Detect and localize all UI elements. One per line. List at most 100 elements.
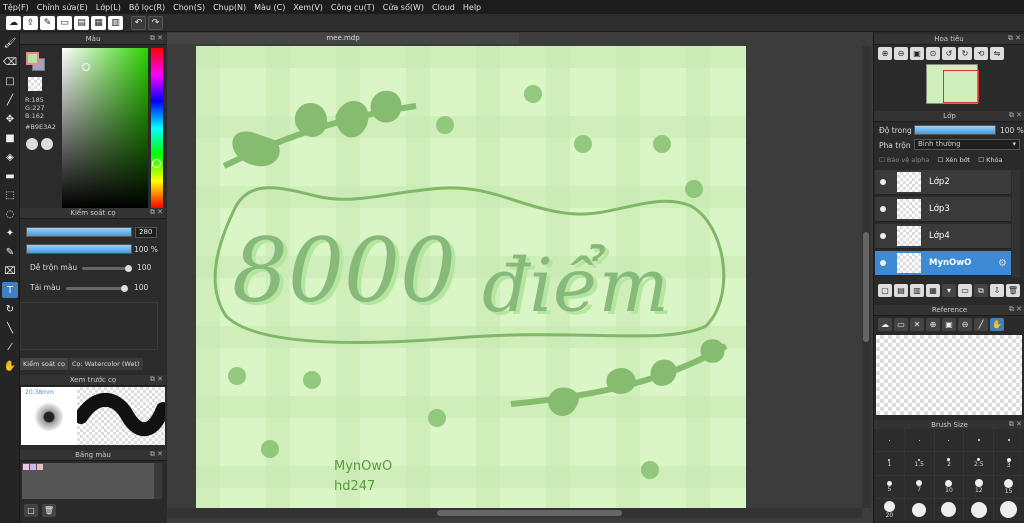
saturation-value-picker[interactable] — [62, 48, 148, 208]
brush-size-option[interactable] — [964, 429, 994, 452]
menu-view[interactable]: Xem(V) — [293, 3, 323, 12]
bucket-tool-icon[interactable]: ◈ — [2, 149, 18, 165]
merge-layer-icon[interactable]: ⇩ — [990, 284, 1004, 297]
delete-palette-icon[interactable]: 🗑 — [42, 504, 56, 517]
fit-icon[interactable]: ▣ — [942, 318, 956, 331]
new-layer-menu-icon[interactable]: ▾ — [942, 284, 956, 297]
new-folder-icon[interactable]: ▭ — [958, 284, 972, 297]
layer-visibility-icon[interactable] — [880, 206, 886, 212]
rotate-tool-icon[interactable]: ↻ — [2, 301, 18, 317]
brush-size-option[interactable]: 2 — [934, 452, 964, 475]
hand-icon[interactable]: ✋ — [990, 318, 1004, 331]
menu-tools[interactable]: Công cụ(T) — [331, 3, 375, 12]
new-halftone-layer-icon[interactable]: ▤ — [894, 284, 908, 297]
dropper-tool-icon[interactable]: ╲ — [2, 320, 18, 336]
layer-row[interactable]: Lớp3 — [875, 197, 1011, 222]
load-slider-knob[interactable] — [121, 285, 128, 292]
layer-visibility-icon[interactable] — [880, 260, 886, 266]
brush-size-option[interactable]: 7 — [904, 475, 934, 498]
palette-scrollbar[interactable] — [154, 463, 162, 499]
brush-size-option[interactable]: 10 — [934, 475, 964, 498]
artwork-canvas[interactable]: 8000 8000 điểm điểm MynOwO hd247 — [196, 46, 746, 508]
brush-size-option[interactable] — [904, 429, 934, 452]
lasso-tool-icon[interactable]: ◌ — [2, 206, 18, 222]
gradient-tool-icon[interactable]: ▬ — [2, 168, 18, 184]
flip-icon[interactable]: ⇋ — [990, 47, 1004, 60]
menu-filter[interactable]: Bộ lọc(R) — [129, 3, 165, 12]
eyedropper-icon[interactable]: ╱ — [974, 318, 988, 331]
zoom-in-icon[interactable]: ⊕ — [926, 318, 940, 331]
foreground-color-swatch[interactable] — [26, 52, 39, 65]
cloud-upload-icon[interactable]: ☁ — [878, 318, 892, 331]
layer-row[interactable]: Lớp2 — [875, 170, 1011, 195]
move-tool-icon[interactable]: ✥ — [2, 111, 18, 127]
fill-rect-tool-icon[interactable]: ■ — [2, 130, 18, 146]
comment-icon[interactable]: ✎ — [40, 15, 55, 30]
brush-size-option[interactable] — [994, 498, 1023, 521]
layer-opacity-bar[interactable] — [914, 125, 996, 135]
shape-tool-icon[interactable]: □ — [2, 73, 18, 89]
select-eraser-tool-icon[interactable]: ⌧ — [2, 263, 18, 279]
navigator-view-rect[interactable] — [943, 70, 979, 103]
brush-size-option[interactable] — [875, 429, 904, 452]
blend-slider[interactable] — [82, 267, 130, 270]
document-tab[interactable]: mee.mdp — [167, 33, 519, 44]
select-tool-icon[interactable]: ⬚ — [2, 187, 18, 203]
vertical-scroll-thumb[interactable] — [863, 232, 869, 342]
lock-checkbox[interactable]: ☐ Khóa — [978, 156, 1002, 164]
line-tool-icon[interactable]: ╱ — [2, 92, 18, 108]
layer-visibility-icon[interactable] — [880, 233, 886, 239]
export-icon[interactable]: ⇪ — [23, 15, 38, 30]
brush-size-option[interactable]: 1 — [875, 452, 904, 475]
gear-icon[interactable]: ⚙ — [998, 258, 1007, 269]
color-mix-icon[interactable] — [41, 138, 53, 150]
brush-size-option[interactable] — [934, 429, 964, 452]
hue-cursor[interactable] — [152, 159, 161, 168]
rotate-right-icon[interactable]: ↻ — [958, 47, 972, 60]
layer-blend-select[interactable]: Bình thường ▾ — [914, 139, 1020, 150]
magic-wand-tool-icon[interactable]: ✦ — [2, 225, 18, 241]
tab-brush-control[interactable]: Kiểm soát cọ — [20, 358, 68, 370]
reset-view-icon[interactable]: ⟲ — [974, 47, 988, 60]
brush-size-value[interactable]: 280 — [135, 227, 157, 238]
new-1bit-layer-icon[interactable]: ▦ — [926, 284, 940, 297]
zoom-out-icon[interactable]: ⊖ — [958, 318, 972, 331]
brush-size-option[interactable]: 3 — [994, 452, 1023, 475]
blend-slider-knob[interactable] — [125, 265, 132, 272]
duplicate-layer-icon[interactable]: ⧉ — [974, 284, 988, 297]
layer-visibility-icon[interactable] — [880, 179, 886, 185]
menu-help[interactable]: Help — [463, 3, 481, 12]
open-folder-icon[interactable]: ▭ — [894, 318, 908, 331]
redo-icon[interactable]: ↷ — [148, 15, 163, 30]
reference-image-area[interactable] — [876, 335, 1022, 415]
sv-cursor[interactable] — [82, 63, 90, 71]
canvas-vertical-scrollbar[interactable] — [862, 46, 871, 508]
tweet-icon[interactable]: ▭ — [57, 15, 72, 30]
brush-size-option[interactable] — [934, 498, 964, 521]
layout-icon[interactable]: ▥ — [108, 15, 123, 30]
select-pen-tool-icon[interactable]: ✎ — [2, 244, 18, 260]
palette-swatch[interactable] — [30, 464, 36, 470]
tab-brush-name[interactable]: Cọ: Watercolor (Wet) — [68, 358, 143, 370]
eraser-tool-icon[interactable]: ⌫ — [2, 54, 18, 70]
load-slider[interactable] — [66, 287, 126, 290]
menu-layer[interactable]: Lớp(L) — [96, 3, 121, 12]
hue-slider[interactable] — [151, 48, 163, 208]
brush-size-option[interactable]: 5 — [875, 475, 904, 498]
layer-row-selected[interactable]: MynOwO ⚙ — [875, 251, 1011, 276]
new-palette-icon[interactable]: ▢ — [24, 504, 38, 517]
brush-size-option[interactable] — [994, 429, 1023, 452]
canvas-horizontal-scrollbar[interactable] — [167, 508, 862, 518]
delete-layer-icon[interactable]: 🗑 — [1006, 284, 1020, 297]
brush-size-option[interactable]: 12 — [964, 475, 994, 498]
protect-alpha-checkbox[interactable]: ☐ Bảo vệ alpha — [879, 156, 929, 164]
zoom-in-icon[interactable]: ⊕ — [878, 47, 892, 60]
text-tool-icon[interactable]: T — [2, 282, 18, 298]
menu-edit[interactable]: Chỉnh sửa(E) — [37, 3, 88, 12]
menu-color[interactable]: Màu (C) — [254, 3, 285, 12]
brush-size-option[interactable]: 1.5 — [904, 452, 934, 475]
new-layer-icon[interactable]: ▢ — [878, 284, 892, 297]
menu-window[interactable]: Cửa sổ(W) — [383, 3, 424, 12]
brush-size-option[interactable]: 2.5 — [964, 452, 994, 475]
brush-size-option[interactable] — [964, 498, 994, 521]
